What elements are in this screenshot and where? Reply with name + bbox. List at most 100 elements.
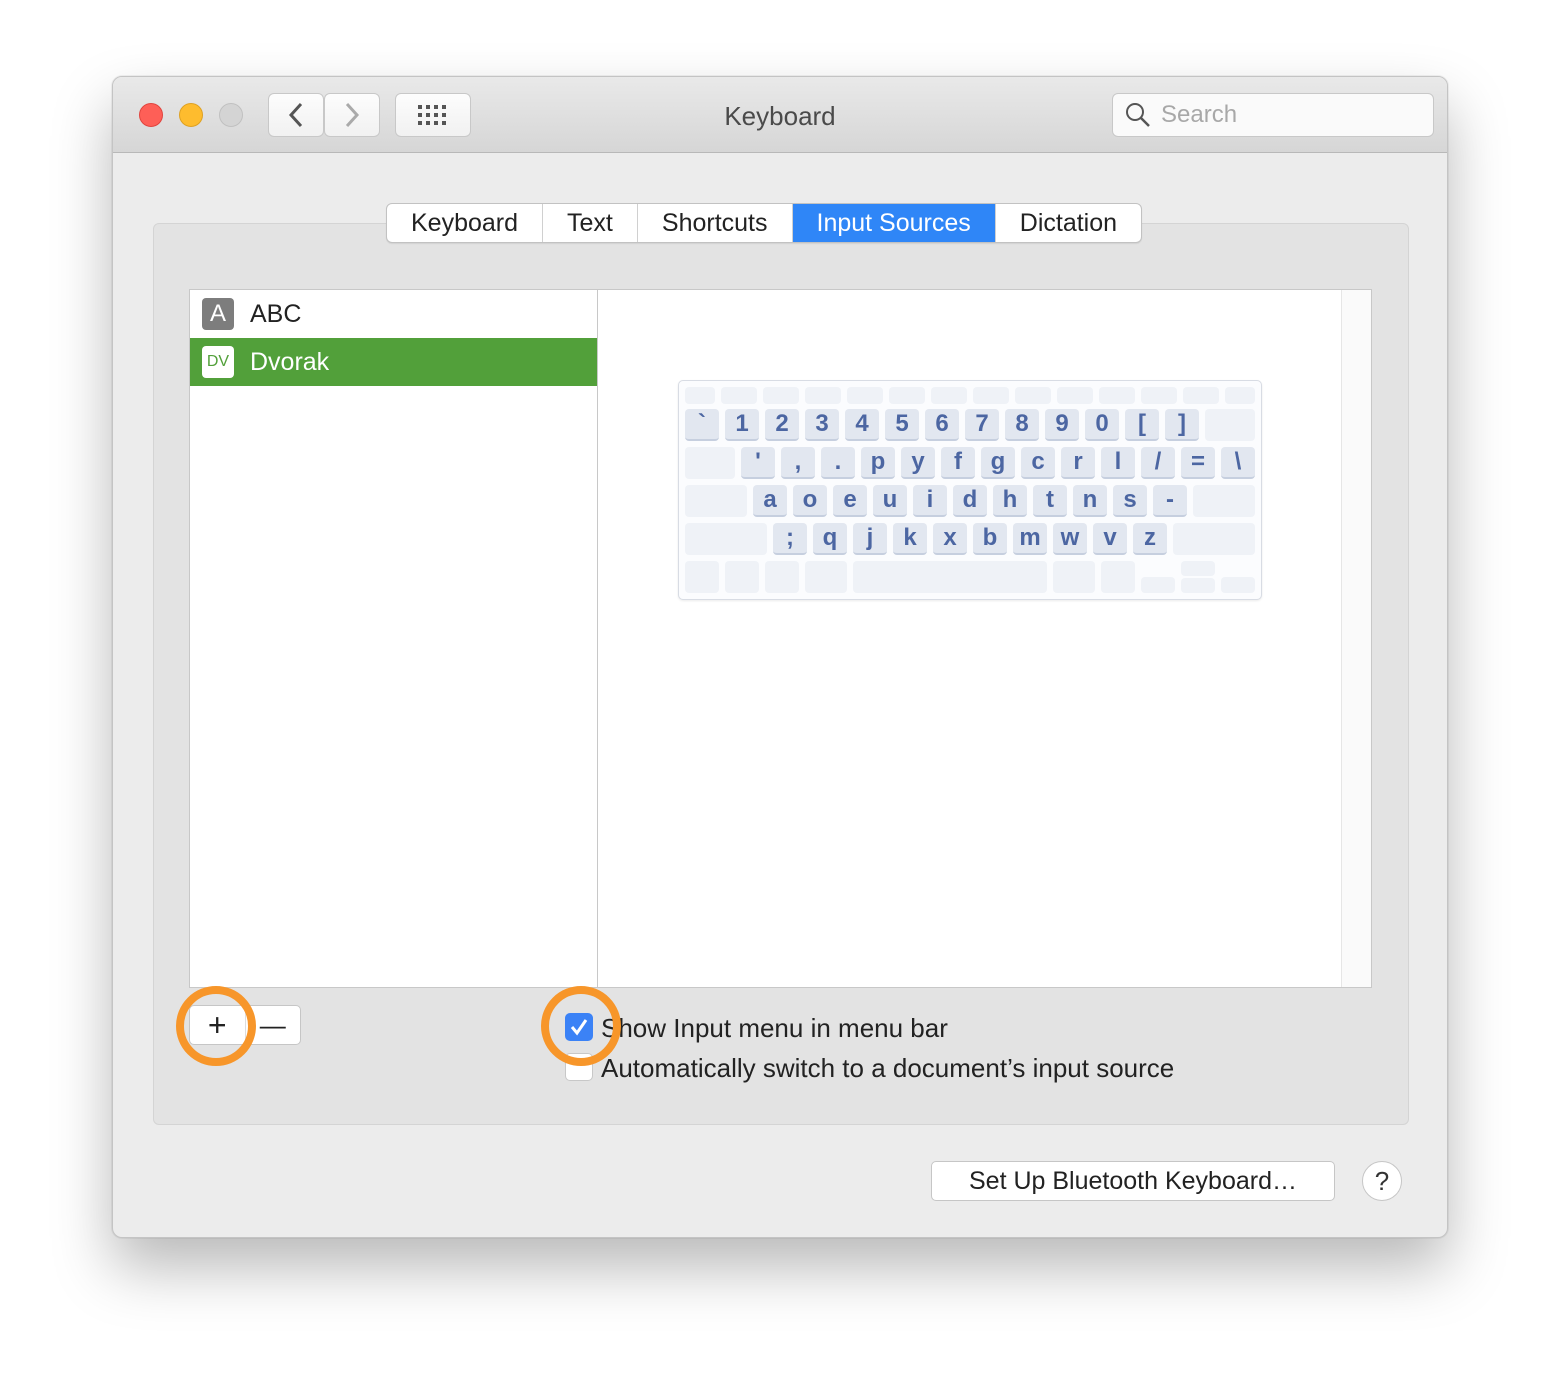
blank-key [847,387,883,404]
key: t [1033,485,1067,517]
key: ; [773,523,807,555]
blank-key [1205,409,1255,441]
key: q [813,523,847,555]
key: b [973,523,1007,555]
blank-key [805,561,847,593]
show-input-menu-label: Show Input menu in menu bar [601,1013,948,1043]
key: a [753,485,787,517]
key: 4 [845,409,879,441]
blank-key [889,387,925,404]
key: , [781,447,815,479]
key: h [993,485,1027,517]
key: 6 [925,409,959,441]
blank-key [685,387,715,404]
tab-text[interactable]: Text [543,204,638,242]
dvorak-input-icon: DV [202,346,234,378]
blank-key [765,561,799,593]
blank-key [1221,577,1255,593]
input-sources-list: A ABC DV Dvorak [189,289,598,988]
tab-keyboard[interactable]: Keyboard [387,204,544,242]
key: 9 [1045,409,1079,441]
highlight-ring [541,986,621,1066]
blank-key [1057,387,1093,404]
key: 2 [765,409,799,441]
key: 8 [1005,409,1039,441]
key: [ [1125,409,1159,441]
key: y [901,447,935,479]
key: . [821,447,855,479]
key: s [1113,485,1147,517]
key: j [853,523,887,555]
blank-key [685,561,719,593]
key: 0 [1085,409,1119,441]
key: d [953,485,987,517]
key: z [1133,523,1167,555]
blank-key [973,387,1009,404]
search-icon [1126,103,1150,127]
key: 1 [725,409,759,441]
blank-key [853,561,1047,593]
tab-dictation[interactable]: Dictation [996,204,1141,242]
tab-bar: Keyboard Text Shortcuts Input Sources Di… [386,203,1143,243]
search-placeholder: Search [1161,101,1238,128]
key: l [1101,447,1135,479]
blank-key [1181,561,1215,576]
scrollbar[interactable] [1341,290,1371,987]
blank-key [685,447,735,479]
key: x [933,523,967,555]
blank-key [1141,577,1175,593]
tab-input-sources[interactable]: Input Sources [792,204,996,242]
blank-key [685,523,767,555]
blank-key [725,561,759,593]
key: 3 [805,409,839,441]
help-button[interactable]: ? [1362,1161,1402,1201]
blank-key [1101,561,1135,593]
key: w [1053,523,1087,555]
key: m [1013,523,1047,555]
key: c [1021,447,1055,479]
blank-key [721,387,757,404]
title-bar: Keyboard Search [113,77,1447,153]
key: - [1153,485,1187,517]
key: r [1061,447,1095,479]
abc-input-icon: A [202,298,234,330]
key: e [833,485,867,517]
list-item-abc[interactable]: A ABC [190,290,597,338]
blank-key [1141,387,1177,404]
list-item-label: Dvorak [250,347,330,376]
blank-key [685,485,747,517]
blank-key [805,387,841,404]
blank-key [1193,485,1255,517]
setup-bluetooth-keyboard-button[interactable]: Set Up Bluetooth Keyboard… [931,1161,1335,1201]
key: p [861,447,895,479]
key: f [941,447,975,479]
keyboard-preferences-window: Keyboard Search Keyboard Text Shortcuts … [112,76,1448,1238]
keyboard-layout-preview: ` 1 2 3 4 5 6 7 8 9 0[] ',. p y f g c r l / = \ a o e u i d h t n s -; q j… [678,380,1262,600]
key: / [1141,447,1175,479]
key: \ [1221,447,1255,479]
blank-key [1225,387,1255,404]
key: 7 [965,409,999,441]
highlight-ring [176,986,256,1066]
key: ' [741,447,775,479]
search-field[interactable]: Search [1112,93,1434,137]
blank-key [1173,523,1255,555]
auto-switch-label: Automatically switch to a document’s inp… [601,1053,1175,1083]
blank-key [1053,561,1095,593]
key: 5 [885,409,919,441]
key: u [873,485,907,517]
key: ] [1165,409,1199,441]
key: k [893,523,927,555]
blank-key [763,387,799,404]
list-item-dvorak[interactable]: DV Dvorak [190,338,597,386]
keyboard-preview-pane: ` 1 2 3 4 5 6 7 8 9 0[] ',. p y f g c r l / = \ a o e u i d h t n s -; q j… [597,289,1372,988]
key: n [1073,485,1107,517]
tab-shortcuts[interactable]: Shortcuts [638,204,793,242]
blank-key [1015,387,1051,404]
key: o [793,485,827,517]
key: = [1181,447,1215,479]
blank-key [1181,578,1215,593]
key: v [1093,523,1127,555]
blank-key [1099,387,1135,404]
list-item-label: ABC [250,299,302,328]
